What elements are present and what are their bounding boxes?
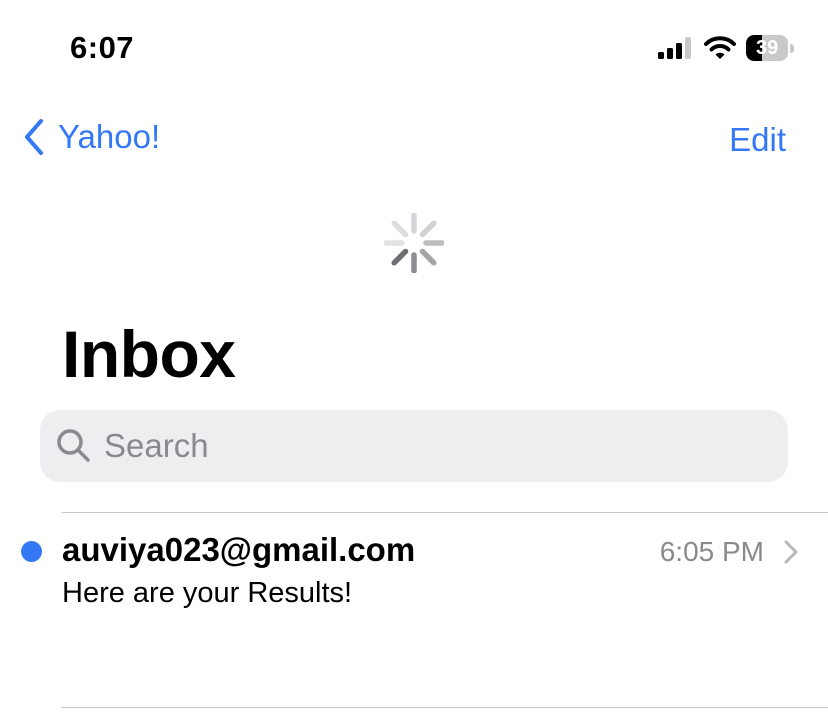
edit-button[interactable]: Edit — [729, 121, 786, 159]
loading-spinner-icon — [384, 213, 444, 273]
battery-level: 39 — [755, 36, 779, 59]
message-time: 6:05 PM — [659, 536, 764, 567]
mail-inbox-screen: 6:07 39 Yahoo! Edit Inbox Search auviya0… — [0, 0, 828, 718]
back-button[interactable]: Yahoo! — [24, 118, 160, 156]
back-button-label: Yahoo! — [58, 118, 161, 155]
message-subject: Here are your Results! — [62, 577, 353, 609]
search-icon — [56, 428, 92, 464]
list-divider — [62, 707, 828, 708]
status-time: 6:07 — [70, 30, 135, 65]
wifi-icon — [704, 36, 736, 59]
chevron-left-icon — [25, 119, 43, 155]
chevron-right-icon — [784, 540, 798, 564]
unread-indicator — [21, 541, 42, 562]
page-title: Inbox — [62, 317, 236, 391]
message-sender: auviya023@gmail.com — [62, 531, 416, 568]
status-icons: 39 — [658, 35, 794, 61]
search-input[interactable] — [104, 427, 744, 465]
battery-icon: 39 — [746, 35, 794, 61]
cellular-signal-icon — [658, 37, 691, 59]
search-bar[interactable] — [40, 410, 788, 482]
message-row[interactable]: auviya023@gmail.com 6:05 PM Here are you… — [0, 513, 828, 707]
